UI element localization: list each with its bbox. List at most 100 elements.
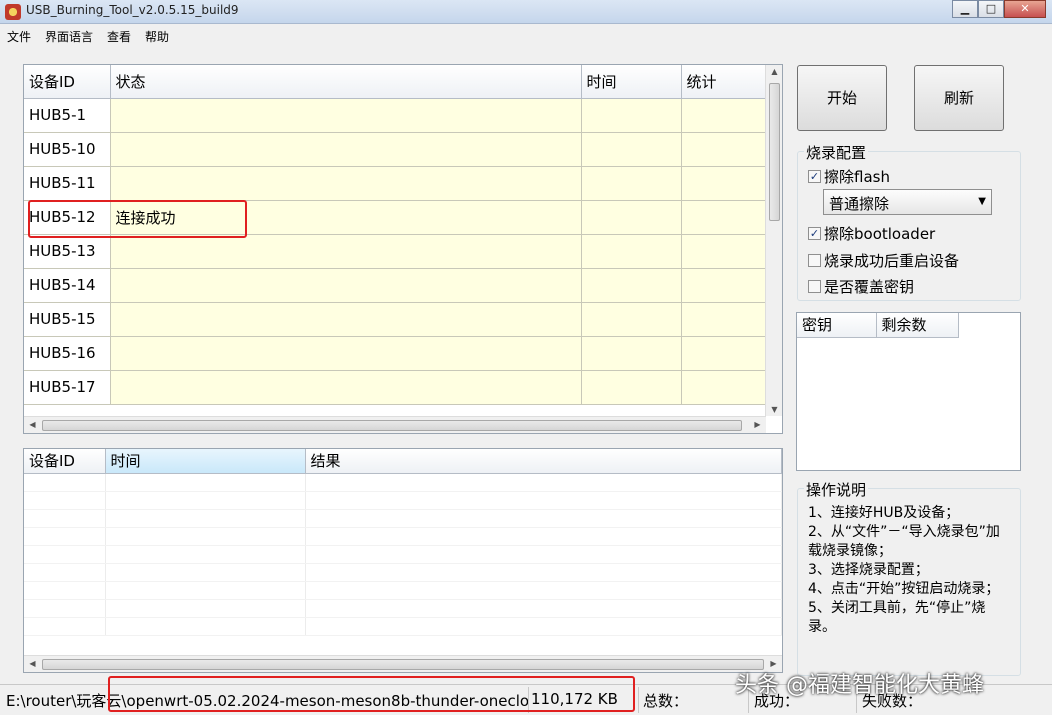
column-header-stats[interactable]: 统计 [681,65,767,99]
table-row[interactable]: HUB5-11 [24,166,767,201]
device-id: HUB5-14 [24,268,111,303]
device-status [110,336,582,371]
device-stats [681,234,767,269]
window-title: USB_Burning_Tool_v2.0.5.15_build9 [26,3,239,17]
instructions-text: 1、连接好HUB及设备； 2、从“文件”－“导入烧录包”加载烧录镜像； 3、选择… [808,505,1000,635]
scroll-left-icon[interactable]: ◀ [24,420,41,429]
instructions-title: 操作说明 [804,479,869,500]
burn-config-title: 烧录配置 [804,142,869,163]
checkbox-unchecked-icon[interactable] [808,280,821,293]
erase-bootloader-checkbox[interactable]: ✓ 擦除bootloader [808,223,935,244]
table-row[interactable]: HUB5-15 [24,302,767,337]
scroll-up-icon[interactable]: ▲ [766,67,782,76]
log-table: 设备ID 时间 结果 [24,449,782,636]
menu-help[interactable]: 帮助 [138,25,176,45]
column-header-device-id[interactable]: 设备ID [24,449,106,474]
device-id: HUB5-1 [24,98,111,133]
burn-config-group: 烧录配置 ✓ 擦除flash 普通擦除 ▼ ✓ 擦除bootloader 烧录成… [797,142,1021,301]
maximize-button[interactable]: □ [978,0,1004,18]
scroll-down-icon[interactable]: ▼ [766,405,782,414]
log-table-horizontal-scrollbar[interactable]: ◀ ▶ [24,655,782,672]
device-status [110,370,582,405]
device-stats [681,370,767,405]
minimize-button[interactable]: ▁ [952,0,978,18]
table-row[interactable]: HUB5-1 [24,98,767,133]
table-row[interactable]: HUB5-17 [24,370,767,405]
total-count: 总数： [643,692,689,710]
device-stats [681,268,767,303]
device-status [110,132,582,167]
device-time [581,98,682,133]
device-id: HUB5-13 [24,234,111,269]
device-time [581,302,682,337]
device-status [110,166,582,201]
device-id: HUB5-16 [24,336,111,371]
table-row[interactable]: HUB5-13 [24,234,767,269]
erase-mode-select[interactable]: 普通擦除 ▼ [823,189,992,215]
app-icon [5,4,21,20]
device-id: HUB5-11 [24,166,111,201]
erase-flash-label: 擦除flash [824,168,890,186]
device-table-panel: 设备ID 状态 时间 统计 HUB5-1 HUB5-10 HUB5-11 HUB… [23,64,783,434]
device-time [581,336,682,371]
log-table-panel: 设备ID 时间 结果 ◀ ▶ [23,448,783,673]
instructions-group: 操作说明 1、连接好HUB及设备； 2、从“文件”－“导入烧录包”加载烧录镜像；… [797,479,1021,676]
device-time [581,166,682,201]
column-header-device-id[interactable]: 设备ID [24,65,111,99]
erase-bootloader-label: 擦除bootloader [824,225,936,243]
column-header-remaining[interactable]: 剩余数 [876,313,959,338]
menu-view[interactable]: 查看 [100,25,138,45]
device-status [110,302,582,337]
column-header-time[interactable]: 时间 [581,65,682,99]
refresh-button[interactable]: 刷新 [914,65,1004,131]
column-header-status[interactable]: 状态 [110,65,582,99]
device-time [581,234,682,269]
table-row[interactable]: HUB5-14 [24,268,767,303]
device-id: HUB5-10 [24,132,111,167]
device-stats [681,132,767,167]
device-stats [681,302,767,337]
menu-language[interactable]: 界面语言 [38,25,100,45]
menu-bar: 文件 界面语言 查看 帮助 [0,25,1052,45]
highlight-image-path [108,676,635,712]
column-header-key[interactable]: 密钥 [797,313,877,338]
overwrite-key-label: 是否覆盖密钥 [824,278,915,296]
checkbox-unchecked-icon[interactable] [808,254,821,267]
device-id: HUB5-17 [24,370,111,405]
column-header-result[interactable]: 结果 [305,449,782,474]
title-bar: USB_Burning_Tool_v2.0.5.15_build9 ▁ □ ✕ [0,0,1052,24]
device-status [110,98,582,133]
highlight-connected-row [28,200,247,238]
erase-mode-value: 普通擦除 [829,195,890,213]
reboot-after-checkbox[interactable]: 烧录成功后重启设备 [808,250,959,271]
erase-flash-checkbox[interactable]: ✓ 擦除flash [808,166,890,187]
column-header-time[interactable]: 时间 [105,449,306,474]
device-status [110,234,582,269]
scroll-left-icon[interactable]: ◀ [24,659,41,668]
device-time [581,268,682,303]
device-stats [681,98,767,133]
overwrite-key-checkbox[interactable]: 是否覆盖密钥 [808,276,914,297]
table-row[interactable]: HUB5-10 [24,132,767,167]
key-table: 密钥 剩余数 [797,313,959,338]
key-table-panel: 密钥 剩余数 [796,312,1021,471]
device-status [110,268,582,303]
checkbox-checked-icon[interactable]: ✓ [808,227,821,240]
scroll-thumb[interactable] [42,420,742,431]
device-time [581,370,682,405]
menu-file[interactable]: 文件 [0,25,38,45]
device-table-vertical-scrollbar[interactable]: ▲ ▼ [765,65,782,416]
scroll-thumb[interactable] [42,659,764,670]
reboot-after-label: 烧录成功后重启设备 [824,252,960,270]
device-stats [681,200,767,235]
scroll-thumb[interactable] [769,83,780,221]
checkbox-checked-icon[interactable]: ✓ [808,170,821,183]
table-row[interactable]: HUB5-16 [24,336,767,371]
device-stats [681,166,767,201]
device-table-horizontal-scrollbar[interactable]: ◀ ▶ [24,416,766,433]
scroll-right-icon[interactable]: ▶ [749,420,766,429]
watermark: 头条 @福建智能化大黄蜂 [735,673,984,698]
start-button[interactable]: 开始 [797,65,887,131]
dropdown-arrow-icon: ▼ [978,196,986,207]
close-button[interactable]: ✕ [1004,0,1046,18]
